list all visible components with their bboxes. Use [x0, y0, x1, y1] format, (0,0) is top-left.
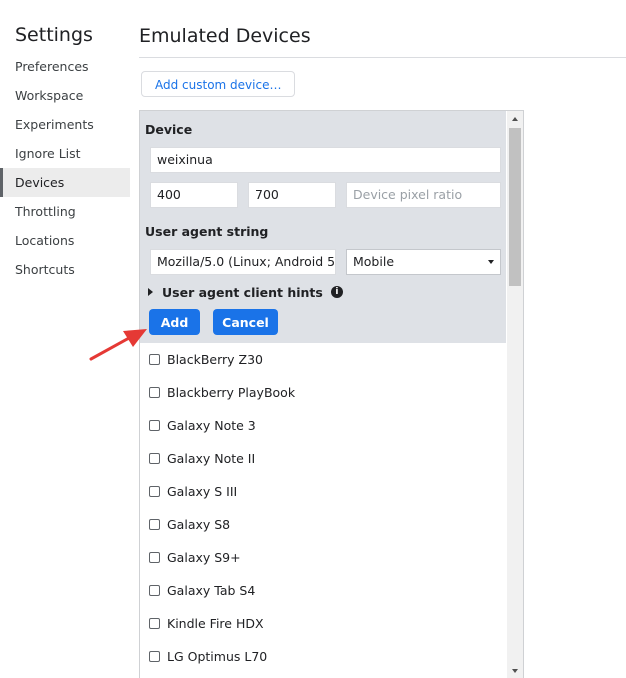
device-name: Galaxy S III: [167, 484, 238, 499]
add-custom-device-button[interactable]: Add custom device…: [141, 71, 296, 97]
sidebar: Preferences Workspace Experiments Ignore…: [0, 52, 130, 284]
list-item[interactable]: Blackberry PlayBook: [140, 376, 506, 409]
vertical-scrollbar[interactable]: [507, 111, 523, 678]
device-list: BlackBerry Z30 Blackberry PlayBook Galax…: [140, 343, 506, 673]
info-icon[interactable]: i: [330, 286, 343, 298]
device-editor: Device weixinua 400 700 Device pixel rat…: [140, 111, 506, 343]
list-item[interactable]: LG Optimus L70: [140, 640, 506, 673]
scroll-up-icon[interactable]: [512, 117, 518, 121]
device-name: Kindle Fire HDX: [167, 616, 264, 631]
device-name: Galaxy Note II: [167, 451, 256, 466]
sidebar-item-ignore-list[interactable]: Ignore List: [0, 139, 130, 168]
title-divider: [139, 57, 626, 58]
device-name: Galaxy Note 3: [167, 418, 256, 433]
height-field[interactable]: 700: [248, 182, 336, 208]
sidebar-item-experiments[interactable]: Experiments: [0, 110, 130, 139]
annotation-arrow-icon: [89, 329, 147, 361]
device-name: BlackBerry Z30: [167, 352, 263, 367]
device-label: Device: [145, 122, 193, 137]
sidebar-item-throttling[interactable]: Throttling: [0, 197, 130, 226]
list-item[interactable]: Galaxy S8: [140, 508, 506, 541]
checkbox-icon[interactable]: [149, 453, 160, 464]
list-item[interactable]: Kindle Fire HDX: [140, 607, 506, 640]
device-name-field[interactable]: weixinua: [150, 147, 501, 173]
checkbox-icon[interactable]: [149, 552, 160, 563]
list-item[interactable]: Galaxy Note II: [140, 442, 506, 475]
list-item[interactable]: BlackBerry Z30: [140, 343, 506, 376]
device-name: Galaxy S8: [167, 517, 231, 532]
device-list-panel: Device weixinua 400 700 Device pixel rat…: [139, 110, 524, 678]
checkbox-icon[interactable]: [149, 420, 160, 431]
checkbox-icon[interactable]: [149, 486, 160, 497]
checkbox-icon[interactable]: [149, 519, 160, 530]
list-item[interactable]: Galaxy Note 3: [140, 409, 506, 442]
expand-triangle-icon: [148, 288, 153, 296]
pixel-ratio-field[interactable]: Device pixel ratio: [346, 182, 501, 208]
checkbox-icon[interactable]: [149, 387, 160, 398]
sidebar-item-devices[interactable]: Devices: [0, 168, 130, 197]
user-agent-hints-toggle[interactable]: User agent client hints i: [148, 283, 343, 301]
user-agent-type-value: Mobile: [353, 254, 395, 269]
devtools-settings: Settings Preferences Workspace Experimen…: [0, 0, 626, 678]
hints-label: User agent client hints: [162, 284, 323, 300]
device-name: Galaxy S9+: [167, 550, 241, 565]
dropdown-caret-icon: [488, 260, 494, 264]
list-item[interactable]: Galaxy S9+: [140, 541, 506, 574]
device-name: LG Optimus L70: [167, 649, 268, 664]
scroll-thumb[interactable]: [509, 128, 521, 286]
checkbox-icon[interactable]: [149, 585, 160, 596]
width-field[interactable]: 400: [150, 182, 238, 208]
add-button[interactable]: Add: [149, 309, 200, 335]
scroll-down-icon[interactable]: [512, 669, 518, 673]
list-item[interactable]: Galaxy S III: [140, 475, 506, 508]
user-agent-field[interactable]: Mozilla/5.0 (Linux; Android 5.0: [150, 249, 336, 275]
device-name: Galaxy Tab S4: [167, 583, 256, 598]
checkbox-icon[interactable]: [149, 618, 160, 629]
user-agent-label: User agent string: [145, 224, 269, 239]
sidebar-item-workspace[interactable]: Workspace: [0, 81, 130, 110]
settings-title: Settings: [15, 24, 93, 46]
sidebar-item-locations[interactable]: Locations: [0, 226, 130, 255]
sidebar-item-shortcuts[interactable]: Shortcuts: [0, 255, 130, 284]
user-agent-type-select[interactable]: Mobile: [346, 249, 501, 275]
device-name: Blackberry PlayBook: [167, 385, 296, 400]
list-item[interactable]: Galaxy Tab S4: [140, 574, 506, 607]
page-title: Emulated Devices: [139, 25, 311, 47]
checkbox-icon[interactable]: [149, 651, 160, 662]
cancel-button[interactable]: Cancel: [213, 309, 278, 335]
sidebar-item-preferences[interactable]: Preferences: [0, 52, 130, 81]
